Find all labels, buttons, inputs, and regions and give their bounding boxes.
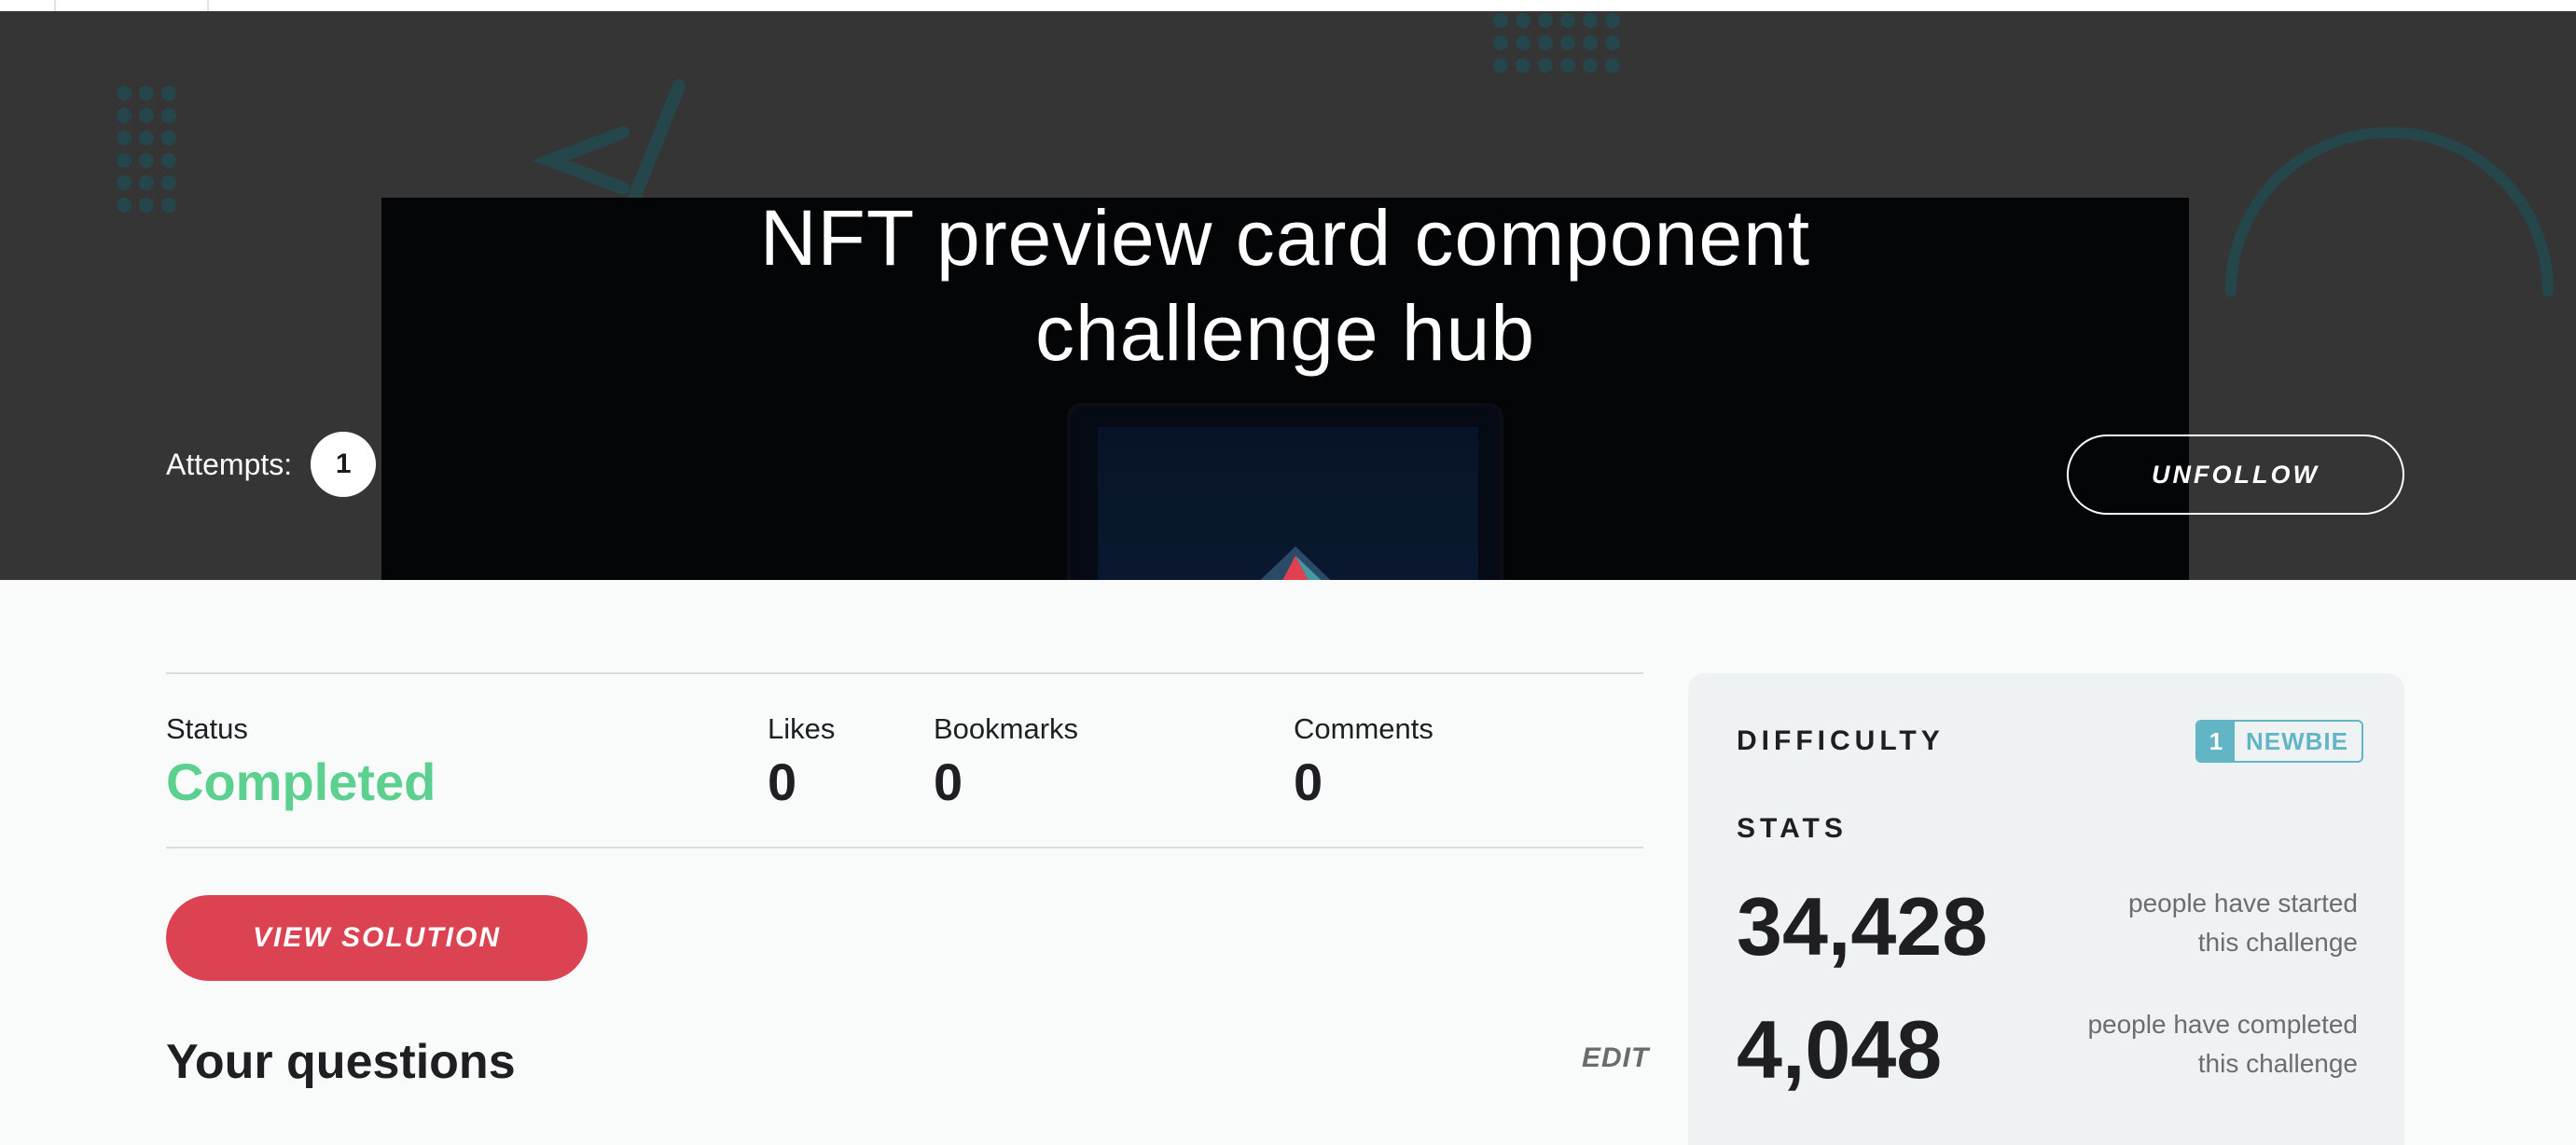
stats-heading: STATS bbox=[1737, 813, 1848, 844]
started-description: people have started this challenge bbox=[2022, 884, 2358, 962]
attempts-indicator: Attempts: 1 bbox=[166, 431, 377, 498]
gem-icon bbox=[1260, 546, 1331, 580]
comments-count: 0 bbox=[1294, 752, 1323, 811]
likes-label: Likes bbox=[768, 712, 836, 745]
comments-stat: Comments 0 bbox=[1294, 710, 1433, 815]
attempts-count-badge: 1 bbox=[311, 432, 377, 497]
likes-stat: Likes 0 bbox=[768, 710, 835, 815]
unfollow-button[interactable]: UNFOLLOW bbox=[2067, 435, 2404, 515]
completed-count: 4,048 bbox=[1737, 1003, 1943, 1096]
difficulty-level: 1 bbox=[2197, 722, 2235, 761]
status-value: Completed bbox=[166, 752, 436, 811]
status-stat: Status Completed bbox=[166, 710, 436, 815]
arc-decoration bbox=[2225, 127, 2554, 297]
dot-grid-top bbox=[1493, 13, 1620, 73]
title-line: challenge hub bbox=[1034, 289, 1536, 377]
completed-description: people have completed this challenge bbox=[2022, 1005, 2358, 1083]
difficulty-badge: 1 NEWBIE bbox=[2195, 720, 2363, 763]
tab-divider bbox=[207, 0, 209, 11]
challenge-hero: NFT preview card component challenge hub… bbox=[0, 11, 2576, 580]
bookmarks-count: 0 bbox=[934, 752, 963, 811]
page-title: NFT preview card component challenge hub bbox=[381, 190, 2189, 380]
status-label: Status bbox=[166, 712, 248, 745]
questions-heading: Your questions bbox=[166, 1035, 516, 1089]
bookmarks-stat: Bookmarks 0 bbox=[934, 710, 1078, 815]
bookmarks-label: Bookmarks bbox=[934, 712, 1079, 745]
likes-count: 0 bbox=[768, 752, 797, 811]
divider bbox=[166, 847, 1643, 848]
difficulty-name: NEWBIE bbox=[2246, 726, 2348, 755]
comments-label: Comments bbox=[1294, 712, 1433, 745]
completed-desc-line: people have completed bbox=[2087, 1010, 2358, 1039]
title-line: NFT preview card component bbox=[759, 194, 1811, 282]
view-solution-button[interactable]: VIEW SOLUTION bbox=[166, 895, 588, 981]
started-desc-line: this challenge bbox=[2197, 928, 2358, 957]
difficulty-stats-panel: DIFFICULTY 1 NEWBIE STATS 34,428 people … bbox=[1688, 673, 2404, 1145]
tab-divider bbox=[54, 0, 56, 11]
difficulty-heading: DIFFICULTY bbox=[1737, 725, 1945, 756]
dot-grid-left bbox=[117, 86, 176, 213]
started-count: 34,428 bbox=[1737, 880, 1988, 973]
code-glyph-icon bbox=[532, 79, 686, 204]
completed-desc-line: this challenge bbox=[2197, 1049, 2358, 1078]
edit-questions-link[interactable]: EDIT bbox=[1582, 1042, 1649, 1074]
divider bbox=[166, 672, 1643, 674]
started-desc-line: people have started bbox=[2128, 889, 2358, 917]
top-strip bbox=[0, 0, 2576, 11]
attempts-label: Attempts: bbox=[166, 447, 293, 481]
